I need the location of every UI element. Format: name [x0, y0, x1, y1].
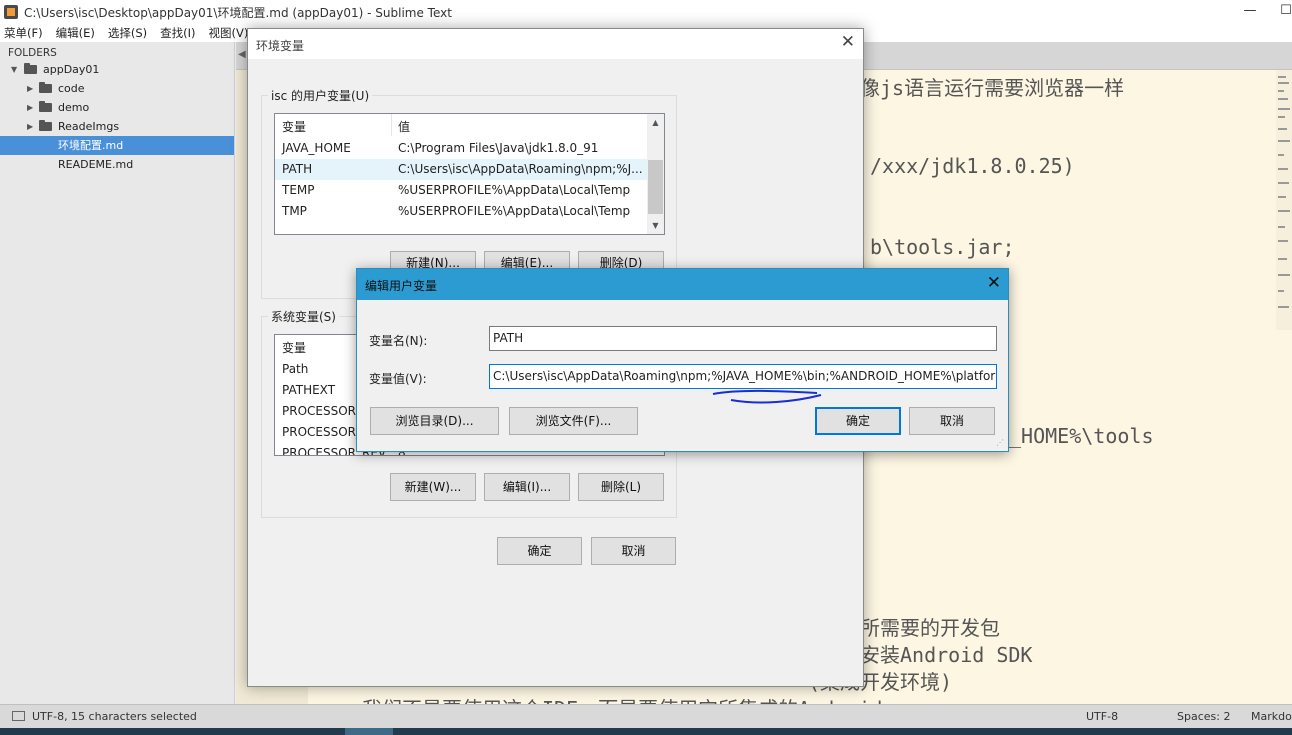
variable-value-label: 变量值(V): [369, 372, 427, 386]
menu-selection[interactable]: 选择(S) [108, 25, 147, 41]
dialog-title: 环境变量 [256, 39, 305, 53]
resize-grip-icon[interactable]: ⋰ [996, 439, 1006, 449]
system-delete-button[interactable]: 删除(L) [578, 473, 664, 501]
ok-button[interactable]: 确定 [497, 537, 582, 565]
minimize-icon[interactable]: — [1230, 0, 1270, 24]
chevron-right-icon[interactable]: ▶ [27, 117, 33, 136]
sublime-app-icon [4, 5, 18, 19]
status-selection: UTF-8, 15 characters selected [32, 710, 197, 723]
variable-name-label: 变量名(N): [369, 334, 428, 348]
dialog-caption: 编辑用户变量 ✕ [357, 269, 1008, 300]
maximize-icon[interactable]: ☐ [1266, 0, 1292, 24]
folder-label: appDay01 [43, 63, 100, 76]
system-edit-button[interactable]: 编辑(I)... [484, 473, 570, 501]
chevron-right-icon[interactable]: ▶ [27, 79, 33, 98]
variable-name-input[interactable]: PATH [489, 326, 997, 351]
folders-header: FOLDERS [8, 47, 57, 59]
variable-value-text: C:\Users\isc\AppData\Roaming\npm;%JAVA_H… [493, 369, 996, 383]
dialog-caption: 环境变量 ✕ [248, 29, 863, 59]
folder-label: demo [58, 101, 90, 114]
system-new-button[interactable]: 新建(W)... [390, 473, 476, 501]
col-variable[interactable]: 变量 [282, 339, 306, 356]
dialog-title: 编辑用户变量 [365, 279, 438, 293]
editor-line: _HOME%\tools [1009, 424, 1154, 448]
scroll-down-icon[interactable]: ▼ [647, 217, 664, 234]
editor-line: 像js语言运行需要浏览器一样 [860, 76, 1125, 100]
user-vars-list[interactable]: 变量 值 JAVA_HOME C:\Program Files\Java\jdk1… [274, 113, 665, 235]
scroll-up-icon[interactable]: ▲ [647, 114, 664, 131]
close-icon[interactable]: ✕ [987, 273, 1001, 293]
chevron-down-icon[interactable]: ▼ [11, 60, 17, 79]
list-item[interactable]: TMP %USERPROFILE%\AppData\Local\Temp [275, 201, 647, 222]
handwritten-underline-annotation [712, 389, 822, 404]
folder-item[interactable]: ▶ code [0, 79, 234, 98]
scrollbar[interactable]: ▲ ▼ [647, 114, 664, 234]
editor-line: /xxx/jdk1.8.0.25) [870, 154, 1075, 178]
editor-line: 安装Android SDK [860, 643, 1033, 667]
sidebar: FOLDERS ▼ appDay01 ▶ code ▶ demo ▶ Reade… [0, 42, 235, 704]
window-title: C:\Users\isc\Desktop\appDay01\环境配置.md (a… [24, 5, 452, 20]
list-item[interactable]: TEMP %USERPROFILE%\AppData\Local\Temp [275, 180, 647, 201]
menu-view[interactable]: 视图(V) [209, 25, 249, 41]
editor-line: 我们不是要使用这个IDE，而是要使用它所集成的Android [362, 693, 882, 704]
status-syntax[interactable]: Markdown [1251, 710, 1292, 723]
folder-icon [39, 120, 52, 131]
list-item[interactable]: JAVA_HOME C:\Program Files\Java\jdk1.8.0_… [275, 138, 647, 159]
status-bar: UTF-8, 15 characters selected UTF-8 Spac… [0, 704, 1292, 728]
folder-item[interactable]: ▶ ReadeImgs [0, 117, 234, 136]
menu-find[interactable]: 查找(I) [160, 25, 195, 41]
chevron-right-icon[interactable]: ▶ [27, 98, 33, 117]
list-item-selected[interactable]: PATH C:\Users\isc\AppData\Roaming\npm;%J.… [275, 159, 647, 180]
browse-directory-button[interactable]: 浏览目录(D)... [370, 407, 499, 435]
ok-button[interactable]: 确定 [815, 407, 901, 435]
window-titlebar: C:\Users\isc\Desktop\appDay01\环境配置.md (a… [0, 0, 1292, 24]
scroll-thumb[interactable] [648, 160, 663, 214]
status-indentation[interactable]: Spaces: 2 [1177, 710, 1230, 723]
file-label: 环境配置.md [58, 139, 124, 152]
cancel-button[interactable]: 取消 [591, 537, 676, 565]
editor-line: 所需要的开发包 [860, 616, 1000, 640]
minimap[interactable] [1276, 70, 1292, 330]
col-variable[interactable]: 变量 [282, 118, 306, 135]
editor-line: b\tools.jar; [870, 235, 1015, 259]
menu-file[interactable]: 菜单(F) [4, 25, 43, 41]
folder-label: ReadeImgs [58, 120, 120, 133]
status-encoding[interactable]: UTF-8 [1086, 710, 1118, 723]
panel-toggle-icon[interactable] [12, 711, 25, 721]
file-item-selected[interactable]: 环境配置.md [0, 136, 234, 155]
cancel-button[interactable]: 取消 [909, 407, 995, 435]
file-item[interactable]: READEME.md [0, 155, 234, 174]
taskbar [0, 728, 1292, 735]
folder-open-icon [24, 63, 37, 74]
list-header: 变量 值 [275, 114, 664, 136]
taskbar-active-app[interactable] [345, 728, 393, 735]
col-value[interactable]: 值 [398, 118, 410, 135]
folder-icon [39, 101, 52, 112]
file-label: READEME.md [58, 158, 134, 171]
tab-scroll-left-icon[interactable]: ◀ [238, 49, 246, 60]
folder-label: code [58, 82, 85, 95]
menu-edit[interactable]: 编辑(E) [56, 25, 95, 41]
browse-file-button[interactable]: 浏览文件(F)... [509, 407, 638, 435]
group-label: 系统变量(S) [268, 308, 339, 325]
folder-root[interactable]: ▼ appDay01 [0, 60, 234, 79]
folder-item[interactable]: ▶ demo [0, 98, 234, 117]
close-icon[interactable]: ✕ [841, 32, 855, 52]
edit-user-variable-dialog: 编辑用户变量 ✕ 变量名(N): PATH 变量值(V): C:\Users\i… [356, 268, 1009, 452]
group-label: isc 的用户变量(U) [268, 87, 373, 104]
folder-icon [39, 82, 52, 93]
